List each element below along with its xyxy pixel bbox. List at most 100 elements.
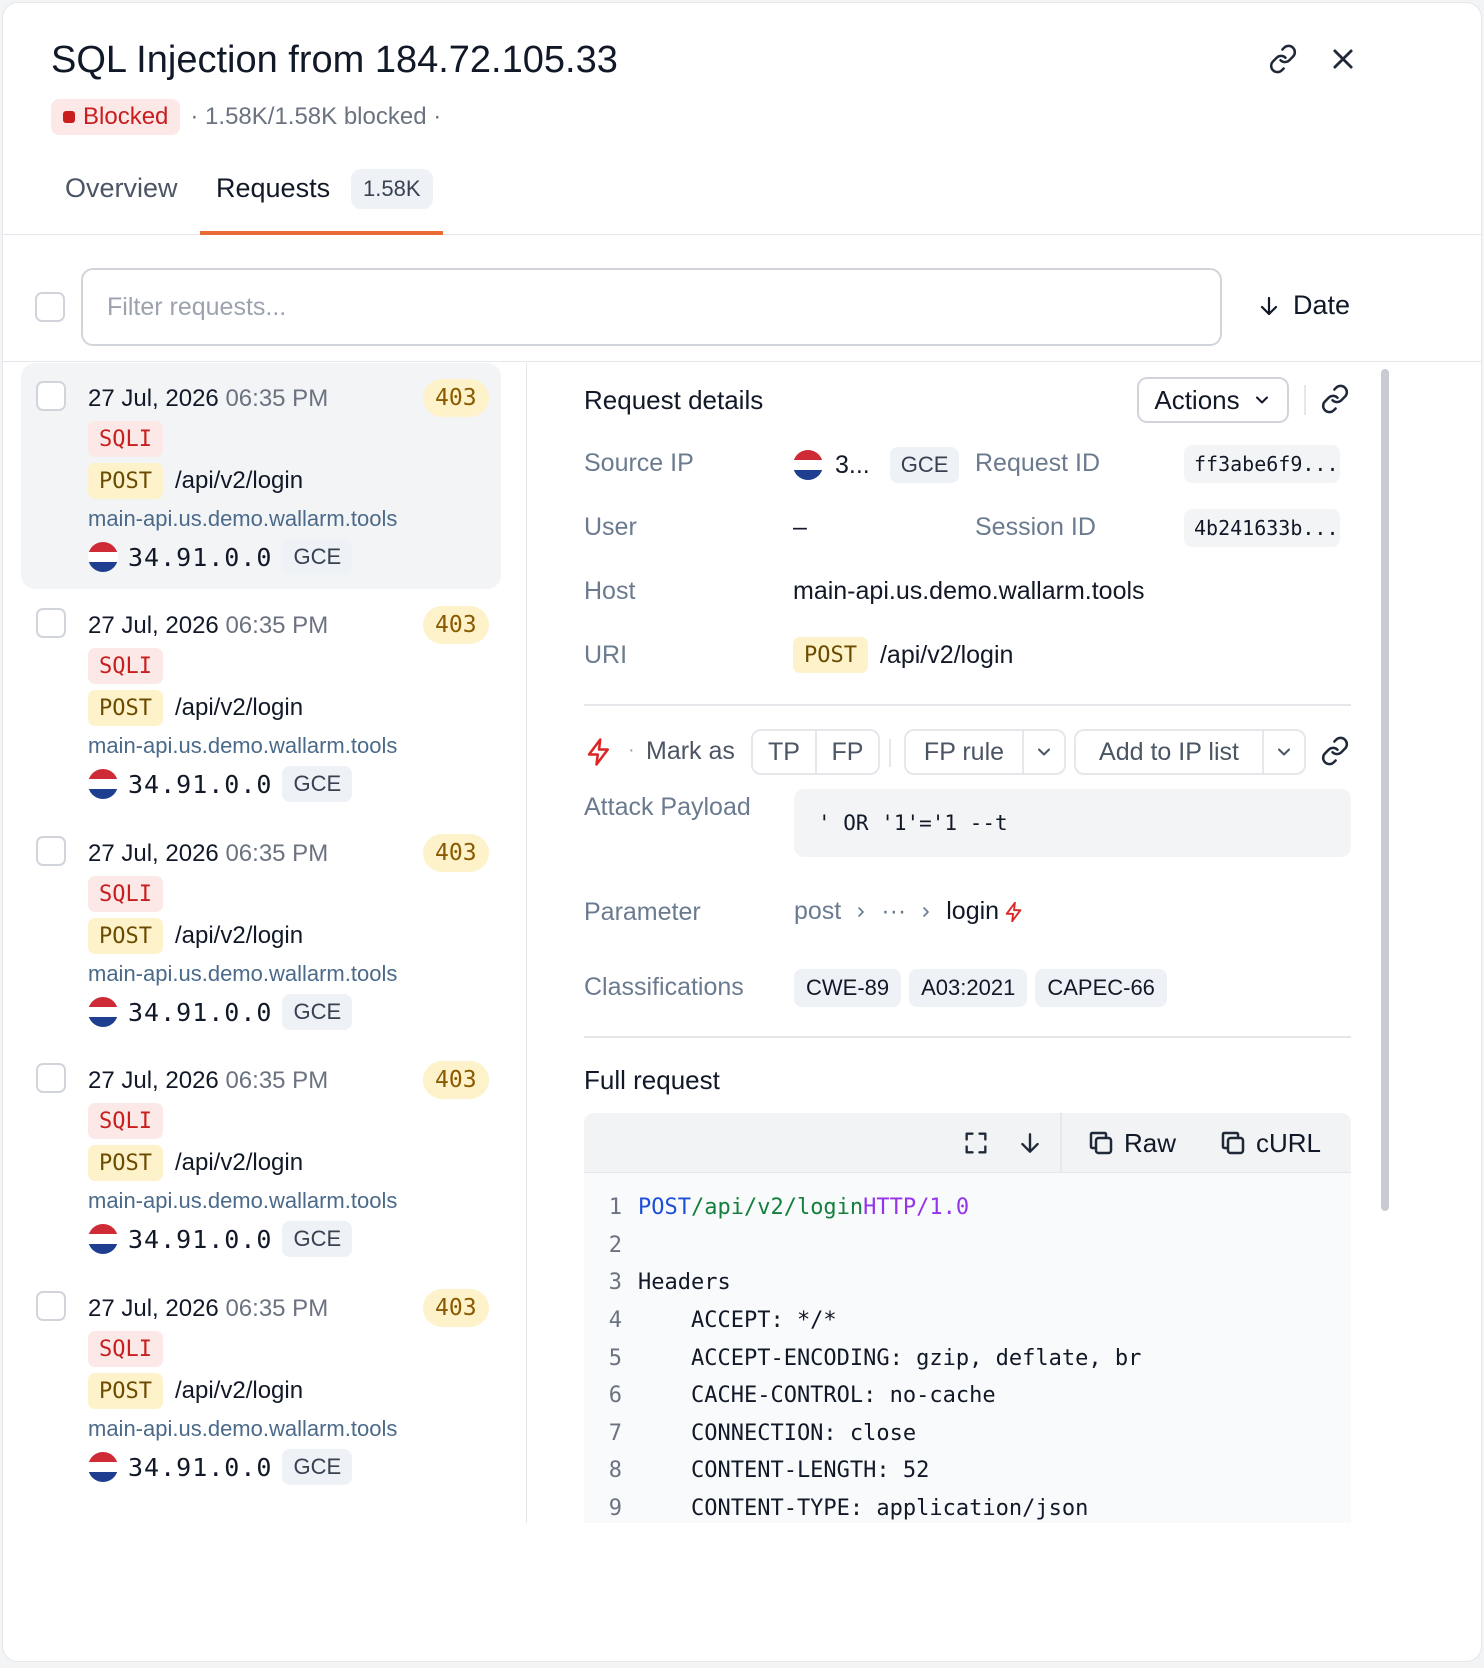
session-id-value[interactable]: 4b241633b... (1184, 509, 1340, 547)
request-source: 34.91.0.0 GCE (88, 1221, 353, 1257)
code-line: 7 CONNECTION: close (584, 1415, 1351, 1453)
expand-icon[interactable] (956, 1123, 996, 1163)
attack-type-badge: SQLI (88, 648, 163, 684)
select-all-checkbox[interactable] (35, 292, 65, 322)
close-icon[interactable] (1323, 39, 1363, 79)
line-text: CACHE-CONTROL: no-cache (638, 1383, 996, 1409)
copy-link-icon[interactable] (1315, 731, 1355, 771)
request-host: main-api.us.demo.wallarm.tools (88, 1416, 398, 1441)
line-number: 3 (608, 1270, 622, 1296)
attack-type-badge: SQLI (88, 421, 163, 457)
request-list-item[interactable]: 27 Jul, 2026 06:35 PM 403 SQLI POST/api/… (21, 818, 501, 1044)
mark-fp-button[interactable]: FP (815, 731, 878, 773)
arrow-down-icon (1260, 296, 1278, 315)
code-line: 6 CACHE-CONTROL: no-cache (584, 1377, 1351, 1415)
tab-requests[interactable]: Requests (216, 173, 330, 204)
add-to-ip-list-button[interactable]: Add to IP list (1076, 731, 1262, 773)
divider (1304, 385, 1306, 415)
bolt-icon (1005, 901, 1022, 922)
request-list-item[interactable]: 27 Jul, 2026 06:35 PM 403 SQLI POST/api/… (21, 1273, 501, 1499)
row-checkbox[interactable] (36, 1291, 66, 1321)
request-details-panel: Request details Actions Source IP 3... G… (528, 363, 1481, 1523)
request-time: 06:35 PM (225, 1067, 329, 1094)
line-number: 2 (608, 1232, 622, 1258)
classification-chip[interactable]: CAPEC-66 (1035, 969, 1167, 1007)
flag-nl-icon (88, 997, 118, 1027)
filter-input[interactable] (81, 268, 1222, 346)
status-code-badge: 403 (423, 1061, 489, 1099)
flag-nl-icon (793, 450, 823, 480)
source-ip-value[interactable]: 3... GCE (793, 447, 960, 483)
parameter-path: post ··· login (794, 897, 1025, 926)
code-line: 3 Headers (584, 1264, 1351, 1302)
row-checkbox[interactable] (36, 836, 66, 866)
chevron-down-icon (1255, 396, 1268, 404)
request-list: 27 Jul, 2026 06:35 PM 403 SQLI POST/api/… (3, 363, 527, 1523)
page-title: SQL Injection from 184.72.105.33 (51, 39, 618, 81)
status-code-badge: 403 (423, 379, 489, 417)
request-method: POST (638, 1195, 691, 1221)
source-ip: 34.91.0.0 (128, 997, 273, 1027)
classification-chip[interactable]: CWE-89 (794, 969, 902, 1007)
row-checkbox[interactable] (36, 1063, 66, 1093)
sort-by-date-button[interactable]: Date (1257, 290, 1350, 321)
details-scrollbar[interactable] (1381, 369, 1389, 1211)
source-ip: 34.91.0.0 (128, 1224, 273, 1254)
request-date: 27 Jul, 2026 (88, 385, 219, 412)
add-ip-dropdown[interactable] (1262, 731, 1304, 773)
copy-link-icon[interactable] (1315, 379, 1355, 419)
param-segment[interactable]: post (794, 897, 841, 926)
tab-overview[interactable]: Overview (65, 173, 178, 204)
line-text: CONTENT-TYPE: application/json (638, 1496, 1089, 1522)
copy-icon (1089, 1131, 1113, 1155)
code-toolbar: Raw cURL (584, 1113, 1351, 1173)
source-ip-text: 3... (835, 450, 870, 479)
mark-as-label: Mark as (646, 737, 735, 765)
provider-badge: GCE (282, 1221, 353, 1257)
uri-path: /api/v2/login (174, 467, 304, 494)
curl-label: cURL (1256, 1127, 1322, 1158)
request-time: 06:35 PM (225, 840, 329, 867)
divider (584, 704, 1351, 706)
fp-rule-button[interactable]: FP rule (906, 731, 1022, 773)
uri-path: /api/v2/login (174, 694, 304, 721)
line-text: ACCEPT: */* (638, 1308, 837, 1334)
attack-type-badge: SQLI (88, 876, 163, 912)
mark-tp-button[interactable]: TP (753, 731, 815, 773)
request-list-item[interactable]: 27 Jul, 2026 06:35 PM 403 SQLI POST/api/… (21, 1045, 501, 1271)
request-list-item[interactable]: 27 Jul, 2026 06:35 PM 403 SQLI POST/api/… (21, 363, 501, 589)
request-uri: POST/api/v2/login (88, 690, 303, 726)
copy-link-icon[interactable] (1263, 39, 1303, 79)
row-checkbox[interactable] (36, 608, 66, 638)
mark-toolbar: · Mark as TP FP FP rule Add to IP list (584, 729, 1351, 775)
classification-chip[interactable]: A03:2021 (909, 969, 1028, 1007)
param-ellipsis[interactable]: ··· (881, 897, 906, 926)
divider (584, 1036, 1351, 1038)
divider (889, 739, 891, 767)
line-number: 6 (608, 1383, 622, 1409)
request-id-value[interactable]: ff3abe6f9... (1184, 445, 1340, 483)
download-icon[interactable] (1010, 1123, 1050, 1163)
code-line: 5 ACCEPT-ENCODING: gzip, deflate, br (584, 1339, 1351, 1377)
status-code-badge: 403 (423, 834, 489, 872)
actions-dropdown[interactable]: Actions (1137, 377, 1289, 423)
request-list-item[interactable]: 27 Jul, 2026 06:35 PM 403 SQLI POST/api/… (21, 590, 501, 816)
copy-raw-button[interactable]: Raw (1086, 1123, 1176, 1163)
code-line: 8 CONTENT-LENGTH: 52 (584, 1452, 1351, 1490)
host-label: Host (584, 577, 636, 605)
user-label: User (584, 513, 637, 541)
provider-badge: GCE (282, 994, 353, 1030)
parameter-label: Parameter (584, 898, 701, 926)
copy-curl-button[interactable]: cURL (1218, 1123, 1321, 1163)
param-segment-active: login (946, 897, 1000, 925)
uri-path: /api/v2/login (174, 1149, 304, 1176)
actions-label: Actions (1154, 384, 1240, 415)
row-checkbox[interactable] (36, 381, 66, 411)
uri-value: POST /api/v2/login (793, 637, 1013, 673)
full-request-viewer: Raw cURL 1 POST /api/v2/login HTTP/1.0 2 … (584, 1113, 1351, 1523)
line-number: 5 (608, 1345, 622, 1371)
request-timestamp: 27 Jul, 2026 06:35 PM (88, 1067, 328, 1095)
uri-label: URI (584, 641, 628, 669)
status-code-badge: 403 (423, 606, 489, 644)
fp-rule-dropdown[interactable] (1022, 731, 1064, 773)
